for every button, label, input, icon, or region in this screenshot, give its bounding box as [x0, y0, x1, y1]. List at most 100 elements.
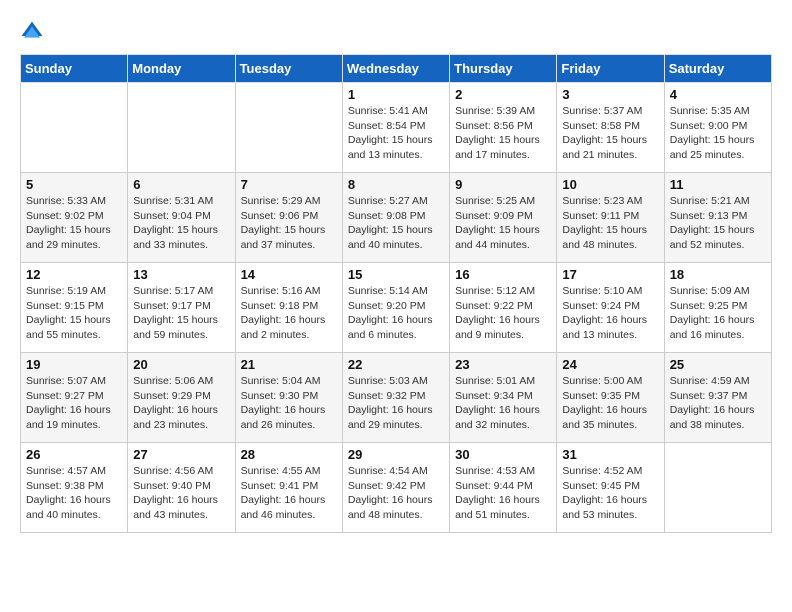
- day-info: Sunrise: 5:29 AM Sunset: 9:06 PM Dayligh…: [241, 194, 337, 253]
- day-number: 12: [26, 267, 122, 282]
- day-number: 31: [562, 447, 658, 462]
- calendar-cell: [664, 443, 771, 533]
- calendar-week-1: 1 Sunrise: 5:41 AM Sunset: 8:54 PM Daylig…: [21, 83, 772, 173]
- calendar-cell: 30 Sunrise: 4:53 AM Sunset: 9:44 PM Dayli…: [450, 443, 557, 533]
- day-number: 20: [133, 357, 229, 372]
- day-number: 1: [348, 87, 444, 102]
- day-info: Sunrise: 5:37 AM Sunset: 8:58 PM Dayligh…: [562, 104, 658, 163]
- day-number: 4: [670, 87, 766, 102]
- day-info: Sunrise: 4:56 AM Sunset: 9:40 PM Dayligh…: [133, 464, 229, 523]
- calendar-week-4: 19 Sunrise: 5:07 AM Sunset: 9:27 PM Dayli…: [21, 353, 772, 443]
- day-number: 9: [455, 177, 551, 192]
- day-number: 15: [348, 267, 444, 282]
- calendar-cell: 29 Sunrise: 4:54 AM Sunset: 9:42 PM Dayli…: [342, 443, 449, 533]
- weekday-header-tuesday: Tuesday: [235, 55, 342, 83]
- day-info: Sunrise: 5:16 AM Sunset: 9:18 PM Dayligh…: [241, 284, 337, 343]
- page-header: [20, 20, 772, 44]
- day-number: 8: [348, 177, 444, 192]
- day-number: 2: [455, 87, 551, 102]
- day-number: 29: [348, 447, 444, 462]
- day-info: Sunrise: 5:14 AM Sunset: 9:20 PM Dayligh…: [348, 284, 444, 343]
- day-number: 5: [26, 177, 122, 192]
- day-number: 30: [455, 447, 551, 462]
- calendar-cell: 19 Sunrise: 5:07 AM Sunset: 9:27 PM Dayli…: [21, 353, 128, 443]
- calendar-cell: 4 Sunrise: 5:35 AM Sunset: 9:00 PM Daylig…: [664, 83, 771, 173]
- day-info: Sunrise: 5:35 AM Sunset: 9:00 PM Dayligh…: [670, 104, 766, 163]
- calendar-cell: 10Sunrise: 5:23 AM Sunset: 9:11 PM Dayli…: [557, 173, 664, 263]
- day-number: 6: [133, 177, 229, 192]
- calendar-week-3: 12 Sunrise: 5:19 AM Sunset: 9:15 PM Dayli…: [21, 263, 772, 353]
- weekday-header-friday: Friday: [557, 55, 664, 83]
- day-number: 14: [241, 267, 337, 282]
- calendar-cell: 25 Sunrise: 4:59 AM Sunset: 9:37 PM Dayli…: [664, 353, 771, 443]
- calendar-week-5: 26 Sunrise: 4:57 AM Sunset: 9:38 PM Dayli…: [21, 443, 772, 533]
- calendar-cell: 26 Sunrise: 4:57 AM Sunset: 9:38 PM Dayli…: [21, 443, 128, 533]
- calendar-cell: 28 Sunrise: 4:55 AM Sunset: 9:41 PM Dayli…: [235, 443, 342, 533]
- day-number: 28: [241, 447, 337, 462]
- weekday-header-thursday: Thursday: [450, 55, 557, 83]
- calendar-cell: 1 Sunrise: 5:41 AM Sunset: 8:54 PM Daylig…: [342, 83, 449, 173]
- calendar-cell: 16Sunrise: 5:12 AM Sunset: 9:22 PM Dayli…: [450, 263, 557, 353]
- day-number: 23: [455, 357, 551, 372]
- weekday-header-monday: Monday: [128, 55, 235, 83]
- day-info: Sunrise: 4:57 AM Sunset: 9:38 PM Dayligh…: [26, 464, 122, 523]
- calendar-cell: 7 Sunrise: 5:29 AM Sunset: 9:06 PM Daylig…: [235, 173, 342, 263]
- calendar-cell: [21, 83, 128, 173]
- calendar-cell: 23 Sunrise: 5:01 AM Sunset: 9:34 PM Dayli…: [450, 353, 557, 443]
- day-info: Sunrise: 4:59 AM Sunset: 9:37 PM Dayligh…: [670, 374, 766, 433]
- day-number: 7: [241, 177, 337, 192]
- day-info: Sunrise: 5:39 AM Sunset: 8:56 PM Dayligh…: [455, 104, 551, 163]
- day-info: Sunrise: 5:25 AM Sunset: 9:09 PM Dayligh…: [455, 194, 551, 253]
- calendar-week-2: 5 Sunrise: 5:33 AM Sunset: 9:02 PM Daylig…: [21, 173, 772, 263]
- day-number: 17: [562, 267, 658, 282]
- calendar-cell: [128, 83, 235, 173]
- day-info: Sunrise: 5:17 AM Sunset: 9:17 PM Dayligh…: [133, 284, 229, 343]
- calendar-cell: 5 Sunrise: 5:33 AM Sunset: 9:02 PM Daylig…: [21, 173, 128, 263]
- day-info: Sunrise: 5:19 AM Sunset: 9:15 PM Dayligh…: [26, 284, 122, 343]
- calendar-cell: 12 Sunrise: 5:19 AM Sunset: 9:15 PM Dayli…: [21, 263, 128, 353]
- calendar-cell: 2 Sunrise: 5:39 AM Sunset: 8:56 PM Daylig…: [450, 83, 557, 173]
- day-number: 21: [241, 357, 337, 372]
- day-info: Sunrise: 5:04 AM Sunset: 9:30 PM Dayligh…: [241, 374, 337, 433]
- weekday-header-saturday: Saturday: [664, 55, 771, 83]
- calendar-cell: 14 Sunrise: 5:16 AM Sunset: 9:18 PM Dayli…: [235, 263, 342, 353]
- day-info: Sunrise: 4:52 AM Sunset: 9:45 PM Dayligh…: [562, 464, 658, 523]
- calendar-cell: 22 Sunrise: 5:03 AM Sunset: 9:32 PM Dayli…: [342, 353, 449, 443]
- day-info: Sunrise: 5:00 AM Sunset: 9:35 PM Dayligh…: [562, 374, 658, 433]
- day-info: Sunrise: 4:54 AM Sunset: 9:42 PM Dayligh…: [348, 464, 444, 523]
- logo: [20, 20, 48, 44]
- day-number: 22: [348, 357, 444, 372]
- calendar-cell: 27Sunrise: 4:56 AM Sunset: 9:40 PM Dayli…: [128, 443, 235, 533]
- calendar-cell: 18Sunrise: 5:09 AM Sunset: 9:25 PM Dayli…: [664, 263, 771, 353]
- day-info: Sunrise: 5:41 AM Sunset: 8:54 PM Dayligh…: [348, 104, 444, 163]
- day-info: Sunrise: 5:12 AM Sunset: 9:22 PM Dayligh…: [455, 284, 551, 343]
- day-info: Sunrise: 5:10 AM Sunset: 9:24 PM Dayligh…: [562, 284, 658, 343]
- calendar-cell: 3Sunrise: 5:37 AM Sunset: 8:58 PM Daylig…: [557, 83, 664, 173]
- day-info: Sunrise: 5:33 AM Sunset: 9:02 PM Dayligh…: [26, 194, 122, 253]
- calendar-cell: 20 Sunrise: 5:06 AM Sunset: 9:29 PM Dayli…: [128, 353, 235, 443]
- calendar-cell: 9 Sunrise: 5:25 AM Sunset: 9:09 PM Daylig…: [450, 173, 557, 263]
- day-info: Sunrise: 5:09 AM Sunset: 9:25 PM Dayligh…: [670, 284, 766, 343]
- calendar-cell: 17 Sunrise: 5:10 AM Sunset: 9:24 PM Dayli…: [557, 263, 664, 353]
- day-number: 26: [26, 447, 122, 462]
- calendar-table: SundayMondayTuesdayWednesdayThursdayFrid…: [20, 54, 772, 533]
- day-info: Sunrise: 5:03 AM Sunset: 9:32 PM Dayligh…: [348, 374, 444, 433]
- day-info: Sunrise: 5:06 AM Sunset: 9:29 PM Dayligh…: [133, 374, 229, 433]
- day-number: 10: [562, 177, 658, 192]
- day-number: 25: [670, 357, 766, 372]
- day-number: 11: [670, 177, 766, 192]
- calendar-cell: 15 Sunrise: 5:14 AM Sunset: 9:20 PM Dayli…: [342, 263, 449, 353]
- day-info: Sunrise: 5:01 AM Sunset: 9:34 PM Dayligh…: [455, 374, 551, 433]
- day-info: Sunrise: 5:31 AM Sunset: 9:04 PM Dayligh…: [133, 194, 229, 253]
- calendar-cell: 6 Sunrise: 5:31 AM Sunset: 9:04 PM Daylig…: [128, 173, 235, 263]
- calendar-cell: 11Sunrise: 5:21 AM Sunset: 9:13 PM Dayli…: [664, 173, 771, 263]
- weekday-header-sunday: Sunday: [21, 55, 128, 83]
- calendar-cell: 21 Sunrise: 5:04 AM Sunset: 9:30 PM Dayli…: [235, 353, 342, 443]
- calendar-cell: 24Sunrise: 5:00 AM Sunset: 9:35 PM Dayli…: [557, 353, 664, 443]
- calendar-cell: 13Sunrise: 5:17 AM Sunset: 9:17 PM Dayli…: [128, 263, 235, 353]
- day-info: Sunrise: 5:07 AM Sunset: 9:27 PM Dayligh…: [26, 374, 122, 433]
- day-info: Sunrise: 4:55 AM Sunset: 9:41 PM Dayligh…: [241, 464, 337, 523]
- day-info: Sunrise: 4:53 AM Sunset: 9:44 PM Dayligh…: [455, 464, 551, 523]
- weekday-header-wednesday: Wednesday: [342, 55, 449, 83]
- day-number: 19: [26, 357, 122, 372]
